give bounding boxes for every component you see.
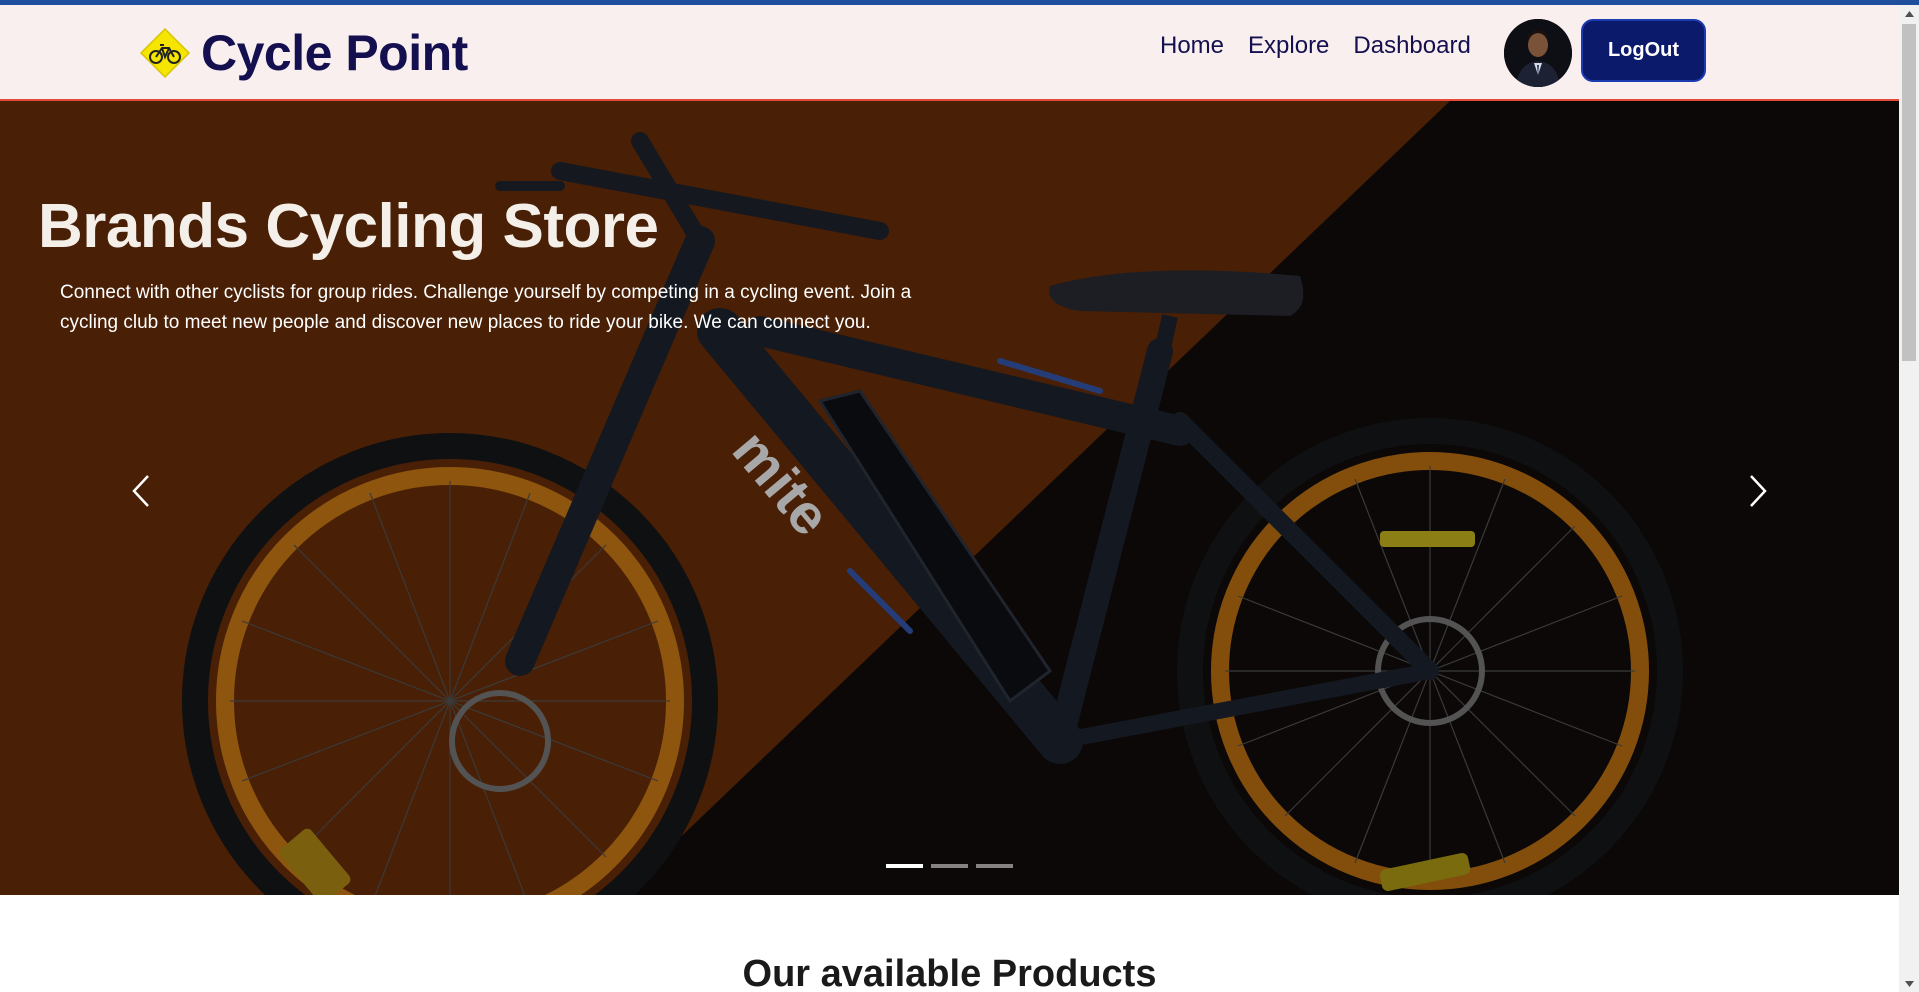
main-nav: Home Explore Dashboard	[1160, 31, 1471, 61]
chevron-right-icon	[1750, 475, 1767, 507]
user-avatar-image	[1504, 19, 1572, 87]
user-avatar[interactable]	[1504, 19, 1572, 87]
chevron-left-icon	[132, 475, 149, 507]
products-heading: Our available Products	[742, 953, 1157, 992]
carousel-indicator-1[interactable]	[886, 864, 923, 868]
nav-home-link[interactable]: Home	[1160, 31, 1224, 61]
nav-explore-link[interactable]: Explore	[1248, 31, 1329, 61]
carousel-indicator-3[interactable]	[976, 864, 1013, 868]
carousel-prev-button[interactable]	[122, 466, 162, 516]
carousel-indicator-2[interactable]	[931, 864, 968, 868]
hero-title: Brands Cycling Store	[38, 192, 659, 261]
nav-dashboard-link[interactable]: Dashboard	[1353, 31, 1470, 61]
hero-carousel: mite Brands Cycling Store Connect with o…	[0, 101, 1899, 895]
carousel-next-button[interactable]	[1737, 466, 1777, 516]
brand-link[interactable]: Cycle Point	[139, 23, 468, 83]
page-scrollbar[interactable]	[1899, 5, 1919, 992]
scroll-down-arrow-icon[interactable]	[1899, 975, 1919, 992]
brand-name: Cycle Point	[201, 25, 468, 81]
scrollbar-thumb[interactable]	[1902, 24, 1916, 361]
logout-button[interactable]: LogOut	[1581, 19, 1706, 82]
bicycle-sign-icon	[139, 27, 191, 79]
hero-description: Connect with other cyclists for group ri…	[60, 282, 912, 333]
scroll-up-arrow-icon[interactable]	[1899, 5, 1919, 22]
page: Cycle Point Home Explore Dashboard LogOu…	[0, 5, 1899, 992]
navbar: Cycle Point Home Explore Dashboard LogOu…	[0, 5, 1899, 101]
carousel-indicators	[886, 864, 1013, 868]
